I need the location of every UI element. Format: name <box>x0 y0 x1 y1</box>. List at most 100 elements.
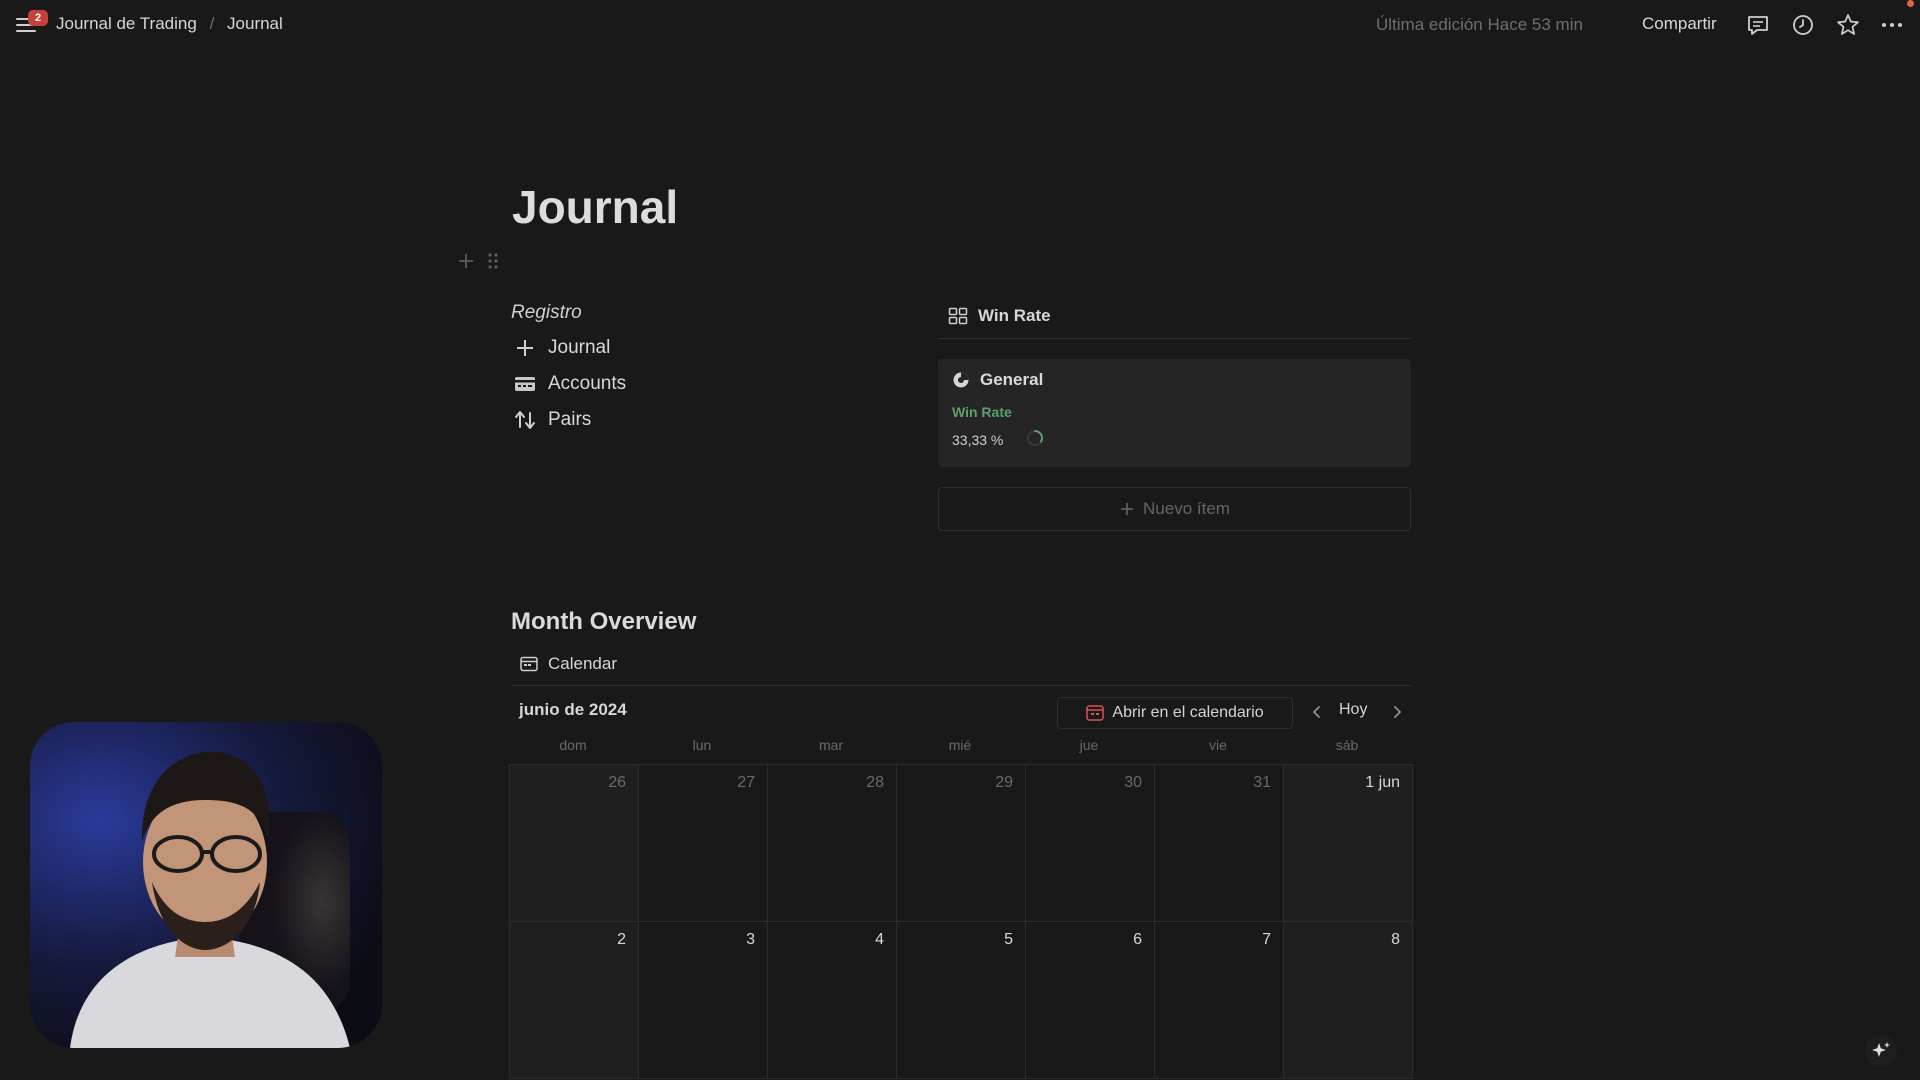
presenter-video-frame <box>70 751 350 1048</box>
breadcrumb-separator: / <box>209 14 215 33</box>
link-accounts[interactable]: Accounts <box>514 369 626 399</box>
webcam-overlay <box>30 722 382 1048</box>
weekday-fri: vie <box>1209 737 1227 753</box>
chevron-left-icon <box>1312 706 1320 718</box>
new-item-button[interactable]: Nuevo ítem <box>938 487 1411 531</box>
link-pairs-label: Pairs <box>548 409 592 430</box>
calendar-day-cell[interactable]: 1 jun <box>1284 765 1413 922</box>
drag-handle[interactable] <box>487 252 499 275</box>
previous-month-button[interactable] <box>1307 702 1327 722</box>
clock-icon <box>1793 15 1813 35</box>
calendar-day-number: 29 <box>995 774 1013 791</box>
win-rate-property-value: 33,33 % <box>952 432 1004 448</box>
open-in-calendar-button[interactable]: Abrir en el calendario <box>1057 697 1293 729</box>
link-journal-label: Journal <box>548 337 611 358</box>
view-divider <box>938 338 1411 339</box>
card-icon <box>514 373 536 395</box>
weekday-thu: jue <box>1079 737 1099 753</box>
calendar-day-cell[interactable]: 30 <box>1026 765 1155 922</box>
pie-chart-icon <box>953 372 969 388</box>
gallery-icon <box>948 307 968 325</box>
registro-label: Registro <box>511 302 582 323</box>
add-block-button[interactable] <box>457 252 475 275</box>
weekday-tue: mar <box>818 737 844 753</box>
calendar-day-cell[interactable]: 27 <box>639 765 768 922</box>
comment-icon <box>1748 16 1768 35</box>
page-title[interactable]: Journal <box>512 180 678 234</box>
today-button[interactable]: Hoy <box>1339 701 1367 719</box>
card-title: General <box>980 370 1044 389</box>
next-month-button[interactable] <box>1387 702 1407 722</box>
calendar-day-cell[interactable]: 31 <box>1155 765 1284 922</box>
calendar-day-number: 31 <box>1253 774 1271 791</box>
breadcrumb-item-page[interactable]: Journal <box>227 14 283 34</box>
breadcrumb-item-workspace[interactable]: Journal de Trading <box>56 14 197 34</box>
swap-arrows-icon <box>514 409 536 431</box>
calendar-grid: 26 27 28 29 30 31 1 jun 2 3 4 5 6 7 8 <box>509 764 1413 1080</box>
notification-badge: 2 <box>28 10 48 26</box>
month-overview-heading: Month Overview <box>511 608 697 635</box>
star-icon <box>1837 14 1859 35</box>
calendar-day-cell[interactable]: 2 <box>510 922 639 1079</box>
calendar-day-number: 28 <box>866 774 884 791</box>
calendar-view-tab[interactable]: Calendar <box>520 654 617 674</box>
sidebar-menu-button[interactable]: 2 <box>14 10 48 38</box>
calendar-day-number: 8 <box>1391 931 1400 948</box>
current-month-label: junio de 2024 <box>519 700 627 719</box>
new-item-label: Nuevo ítem <box>1143 499 1230 518</box>
link-accounts-label: Accounts <box>548 373 627 394</box>
calendar-day-number: 1 jun <box>1365 774 1400 791</box>
history-button[interactable] <box>1790 12 1816 38</box>
link-pairs[interactable]: Pairs <box>514 405 591 435</box>
weekday-wed: mié <box>948 737 972 753</box>
open-in-calendar-label: Abrir en el calendario <box>1112 704 1264 721</box>
calendar-day-cell[interactable]: 5 <box>897 922 1026 1079</box>
calendar-day-number: 2 <box>617 931 626 948</box>
top-bar: 2 Journal de Trading / Journal Última ed… <box>0 0 1920 50</box>
chevron-right-icon <box>1394 706 1402 718</box>
calendar-day-number: 30 <box>1124 774 1142 791</box>
win-rate-progress-ring <box>1027 430 1043 446</box>
calendar-day-cell[interactable]: 29 <box>897 765 1026 922</box>
win-rate-view-tab[interactable]: Win Rate <box>948 306 1051 326</box>
plus-icon <box>1121 503 1134 515</box>
calendar-day-cell[interactable]: 4 <box>768 922 897 1079</box>
calendar-day-cell[interactable]: 3 <box>639 922 768 1079</box>
card-title-row: General <box>952 370 1043 390</box>
weekday-sun: dom <box>559 737 587 753</box>
calendar-icon <box>520 656 538 672</box>
last-edited-status: Última edición Hace 53 min <box>1376 15 1583 34</box>
calendar-day-number: 3 <box>746 931 755 948</box>
calendar-day-cell[interactable]: 6 <box>1026 922 1155 1079</box>
breadcrumb: Journal de Trading / Journal <box>56 14 283 34</box>
calendar-day-cell[interactable]: 28 <box>768 765 897 922</box>
calendar-day-number: 27 <box>737 774 755 791</box>
calendar-view-label: Calendar <box>548 654 617 673</box>
weekday-mon: lun <box>692 737 712 753</box>
more-icon <box>1882 23 1902 27</box>
weekday-sat: sáb <box>1335 737 1359 753</box>
comments-button[interactable] <box>1745 12 1771 38</box>
more-options-button[interactable] <box>1879 12 1905 38</box>
calendar-day-cell[interactable]: 26 <box>510 765 639 922</box>
calendar-day-number: 4 <box>875 931 884 948</box>
favorite-button[interactable] <box>1835 12 1861 38</box>
link-journal[interactable]: Journal <box>514 333 610 363</box>
win-rate-card[interactable]: General Win Rate 33,33 % <box>938 359 1411 467</box>
calendar-divider <box>511 685 1411 686</box>
calendar-day-cell[interactable]: 7 <box>1155 922 1284 1079</box>
drag-handle-icon <box>488 253 498 269</box>
calendar-day-number: 6 <box>1133 931 1142 948</box>
calendar-day-number: 5 <box>1004 931 1013 948</box>
plus-icon <box>459 254 473 268</box>
calendar-app-icon <box>1086 705 1105 721</box>
ai-assistant-button[interactable] <box>1864 1034 1898 1068</box>
calendar-day-cell[interactable]: 8 <box>1284 922 1413 1079</box>
plus-icon <box>514 337 536 359</box>
win-rate-view-label: Win Rate <box>978 306 1051 325</box>
update-indicator-dot <box>1907 0 1914 7</box>
share-button[interactable]: Compartir <box>1642 14 1717 34</box>
calendar-day-number: 26 <box>608 774 626 791</box>
win-rate-property-label: Win Rate <box>952 404 1012 420</box>
calendar-day-number: 7 <box>1262 931 1271 948</box>
